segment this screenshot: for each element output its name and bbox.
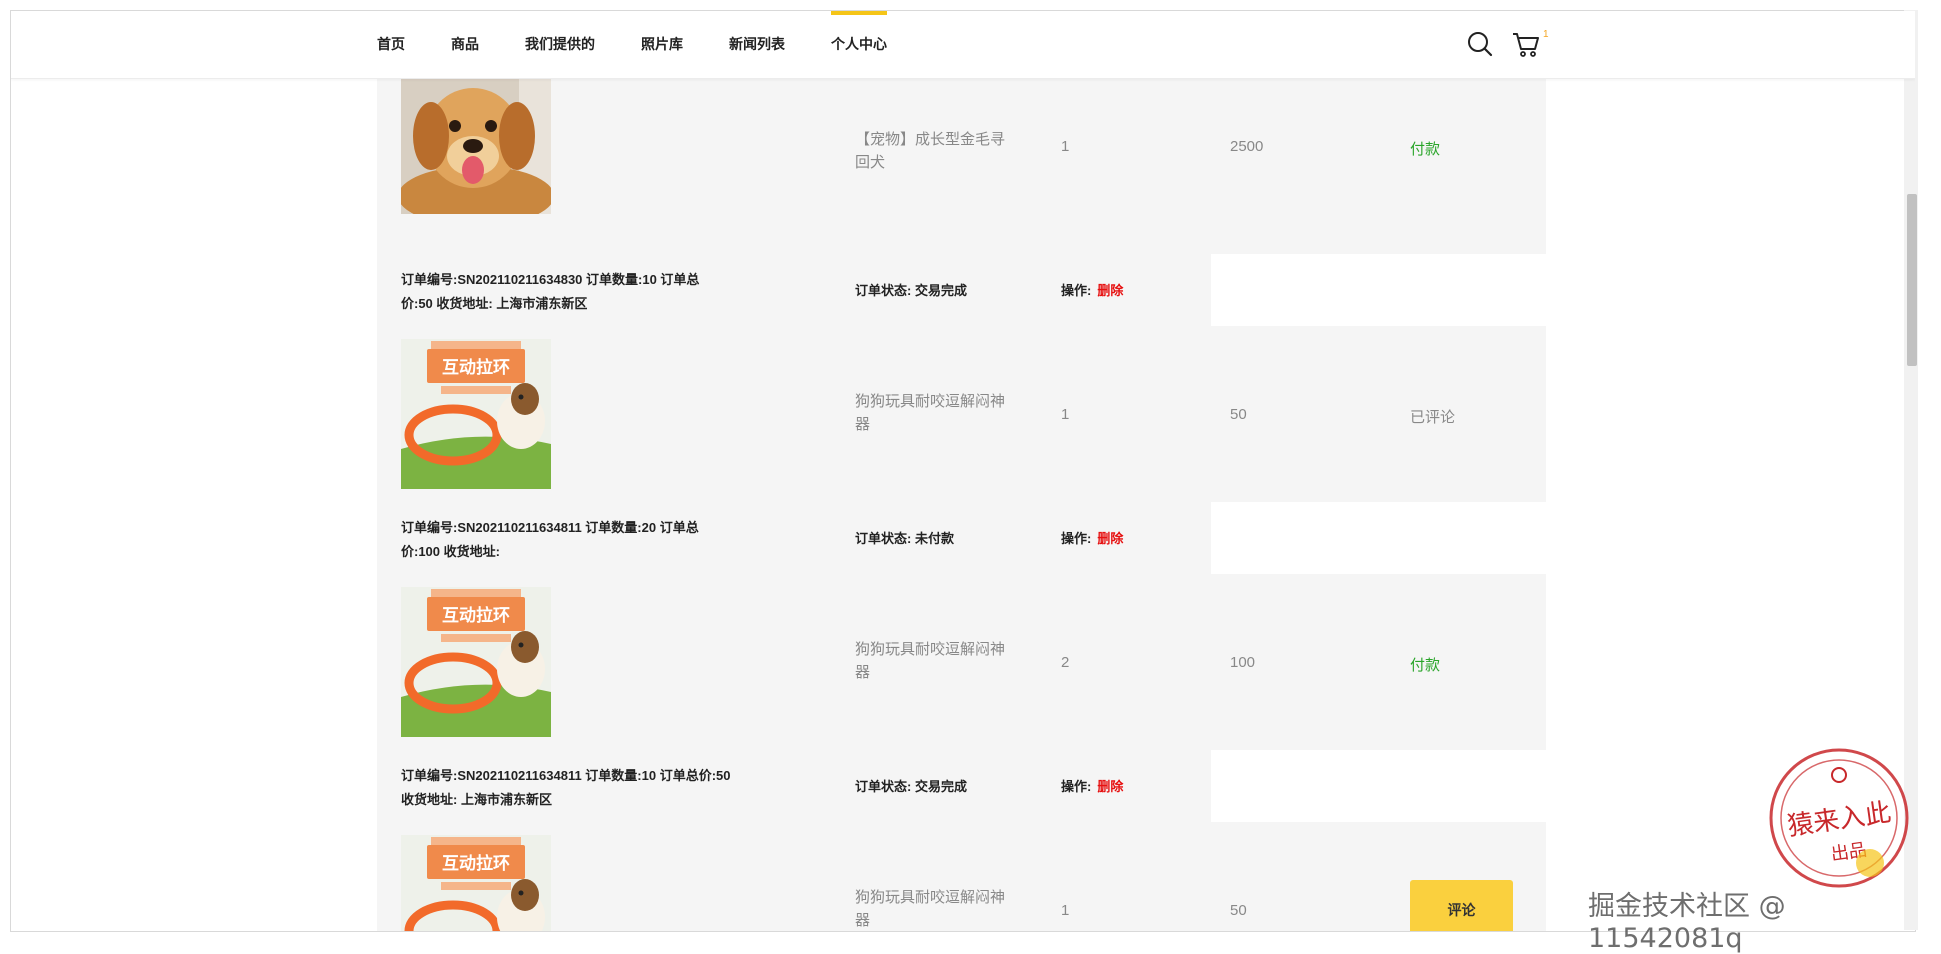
order-info-line: 价:100 收货地址:	[401, 544, 500, 559]
watermark-text: 掘金技术社区 @ 11542081q	[1588, 891, 1786, 954]
nav-personal-center[interactable]: 个人中心	[831, 11, 887, 78]
product-image-dog-toy: 互动拉环	[401, 587, 551, 737]
order-info-line: 价:50 收货地址: 上海市浦东新区	[401, 296, 588, 311]
product-image-dog-toy: 互动拉环	[401, 835, 551, 931]
product-quantity: 1	[1061, 406, 1070, 423]
nav-services[interactable]: 我们提供的	[525, 11, 595, 78]
order-info-line: 收货地址: 上海市浦东新区	[401, 792, 552, 807]
order-info-line: 订单编号:SN202110211634811 订单数量:10 订单总价:50	[401, 768, 731, 783]
operation-label: 操作:	[1061, 779, 1092, 794]
order-info-line: 订单编号:SN202110211634830 订单数量:10 订单总	[401, 272, 700, 287]
order-info: 订单编号:SN202110211634811 订单数量:20 订单总 价:100…	[401, 516, 791, 564]
order-operation: 操作: 删除	[1061, 280, 1123, 299]
nav-products[interactable]: 商品	[451, 11, 479, 78]
pay-link[interactable]: 付款	[1410, 654, 1440, 675]
product-name: 【宠物】成长型金毛寻回犬	[855, 131, 1006, 171]
order-info-line: 订单编号:SN202110211634811 订单数量:20 订单总	[401, 520, 699, 535]
order-item-row: 互动拉环 狗狗玩具耐咬逗解闷神器 1 50 已评论	[377, 326, 1546, 502]
main-nav: 首页 商品 我们提供的 照片库 新闻列表 个人中心	[377, 11, 933, 78]
operation-label: 操作:	[1061, 531, 1092, 546]
product-price: 100	[1230, 654, 1256, 671]
product-price: 50	[1230, 406, 1247, 423]
order-info: 订单编号:SN202110211634830 订单数量:10 订单总 价:50 …	[401, 268, 791, 316]
nav-home[interactable]: 首页	[377, 11, 405, 78]
review-button[interactable]: 评论	[1410, 880, 1513, 931]
product-name: 狗狗玩具耐咬逗解闷神器	[855, 393, 1006, 433]
order-status: 订单状态: 未付款	[855, 531, 954, 546]
svg-text:猿来入此: 猿来入此	[1786, 798, 1893, 842]
search-icon[interactable]	[1465, 29, 1495, 59]
toy-banner-text: 互动拉环	[442, 605, 510, 626]
delete-link[interactable]: 删除	[1097, 283, 1123, 298]
product-price: 50	[1230, 902, 1247, 919]
order-summary-row: 订单编号:SN202110211634811 订单数量:20 订单总 价:100…	[377, 502, 1546, 574]
product-name: 狗狗玩具耐咬逗解闷神器	[855, 889, 1006, 929]
nav-news[interactable]: 新闻列表	[729, 11, 785, 78]
product-price: 2500	[1230, 138, 1264, 155]
reviewed-status: 已评论	[1410, 409, 1456, 426]
nav-gallery[interactable]: 照片库	[641, 11, 683, 78]
order-item-row: 互动拉环 狗狗玩具耐咬逗解闷神器 1 50 评论	[377, 822, 1546, 931]
toy-banner-text: 互动拉环	[442, 853, 510, 874]
toy-banner-text: 互动拉环	[442, 357, 510, 378]
product-image-golden-retriever	[401, 78, 551, 214]
product-name: 狗狗玩具耐咬逗解闷神器	[855, 641, 1006, 681]
order-operation: 操作: 删除	[1061, 776, 1123, 795]
order-summary-row: 订单编号:SN202110211634811 订单数量:10 订单总价:50 收…	[377, 750, 1546, 822]
order-operation: 操作: 删除	[1061, 528, 1123, 547]
product-quantity: 1	[1061, 138, 1070, 155]
site-header: 首页 商品 我们提供的 照片库 新闻列表 个人中心 1	[11, 11, 1915, 79]
order-status: 订单状态: 交易完成	[855, 779, 967, 794]
order-list: 【宠物】成长型金毛寻回犬 1 2500 付款 订单编号:SN2021102116…	[377, 78, 1546, 931]
delete-link[interactable]: 删除	[1097, 779, 1123, 794]
cart-icon[interactable]	[1511, 29, 1541, 59]
operation-label: 操作:	[1061, 283, 1092, 298]
product-quantity: 2	[1061, 654, 1070, 671]
pay-link[interactable]: 付款	[1410, 138, 1440, 159]
product-image-dog-toy: 互动拉环	[401, 339, 551, 489]
order-summary-row: 订单编号:SN202110211634830 订单数量:10 订单总 价:50 …	[377, 254, 1546, 326]
scrollbar-thumb[interactable]	[1907, 194, 1917, 366]
browser-viewport: 首页 商品 我们提供的 照片库 新闻列表 个人中心 1 【宠物】成长型金毛寻回犬…	[10, 10, 1916, 932]
order-status: 订单状态: 交易完成	[855, 283, 967, 298]
order-item-row: 【宠物】成长型金毛寻回犬 1 2500 付款	[377, 78, 1546, 254]
cart-count-badge: 1	[1543, 29, 1549, 40]
seal-stamp-icon: 猿来入此 出品	[1769, 748, 1909, 888]
order-info: 订单编号:SN202110211634811 订单数量:10 订单总价:50 收…	[401, 764, 791, 812]
product-quantity: 1	[1061, 902, 1070, 919]
order-item-row: 互动拉环 狗狗玩具耐咬逗解闷神器 2 100 付款	[377, 574, 1546, 750]
delete-link[interactable]: 删除	[1097, 531, 1123, 546]
